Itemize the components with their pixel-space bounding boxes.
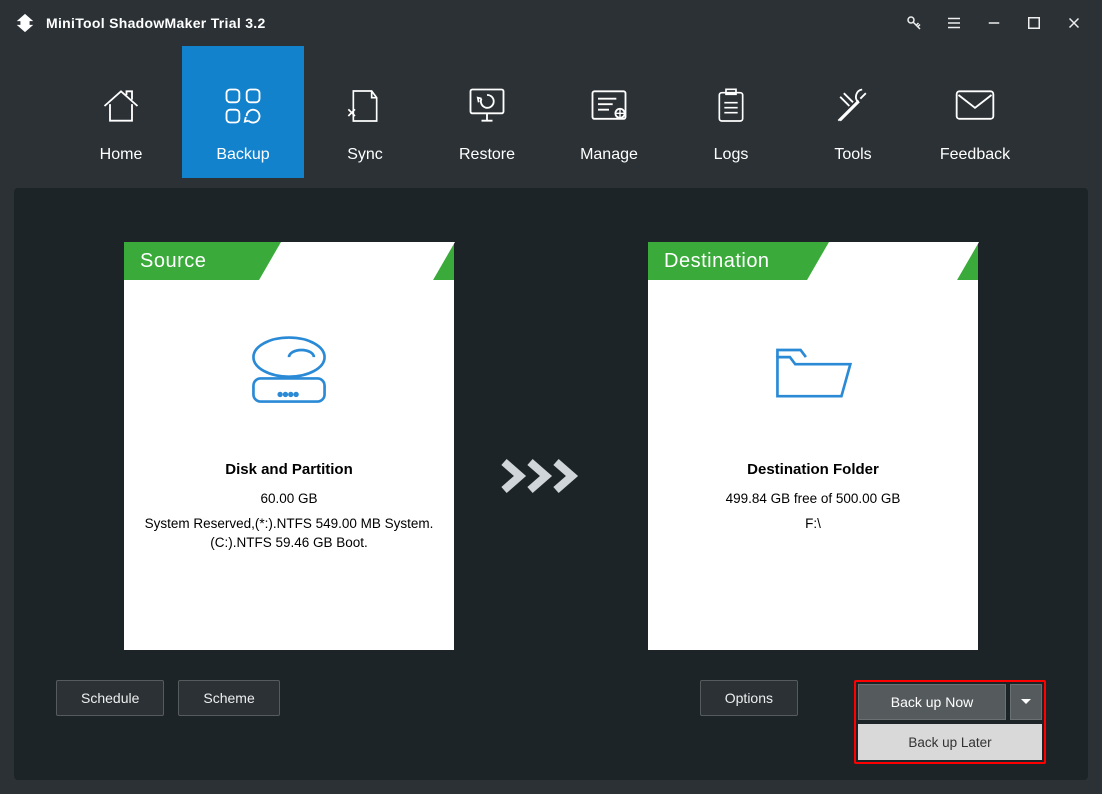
schedule-button[interactable]: Schedule [56,680,164,716]
restore-icon [465,84,509,128]
nav-backup[interactable]: Backup [182,46,304,178]
nav-label: Backup [216,146,269,164]
destination-size: 499.84 GB free of 500.00 GB [726,490,901,509]
backup-later-option[interactable]: Back up Later [858,724,1042,760]
nav-sync[interactable]: Sync [304,46,426,178]
source-panel[interactable]: Source Disk and Partition 60.00 GB Syste… [124,242,454,650]
arrow-indicator [512,456,590,496]
source-header-label: Source [140,250,206,273]
home-icon [99,84,143,128]
nav-logs[interactable]: Logs [670,46,792,178]
sync-icon [343,84,387,128]
backup-icon [221,84,265,128]
destination-path: F:\ [805,515,821,534]
scheme-button[interactable]: Scheme [178,680,279,716]
feedback-icon [953,84,997,128]
maximize-button[interactable] [1014,0,1054,46]
disk-icon [244,334,334,461]
nav-restore[interactable]: Restore [426,46,548,178]
backup-split-button-group: Back up Now Back up Later [854,680,1046,764]
app-title: MiniTool ShadowMaker Trial 3.2 [46,15,266,31]
titlebar: MiniTool ShadowMaker Trial 3.2 [0,0,1102,46]
source-details: System Reserved,(*:).NTFS 549.00 MB Syst… [138,515,440,553]
destination-panel[interactable]: Destination Destination Folder 499.84 GB… [648,242,978,650]
destination-header-label: Destination [664,250,770,273]
nav-label: Home [100,146,143,164]
close-button[interactable] [1054,0,1094,46]
nav-feedback[interactable]: Feedback [914,46,1036,178]
source-title: Disk and Partition [225,461,353,478]
footer: Schedule Scheme Options Back up Now Back… [56,680,1046,760]
nav-manage[interactable]: Manage [548,46,670,178]
logs-icon [709,84,753,128]
key-icon[interactable] [894,0,934,46]
nav-home[interactable]: Home [60,46,182,178]
nav-label: Feedback [940,146,1010,164]
nav-tools[interactable]: Tools [792,46,914,178]
backup-dropdown-toggle[interactable] [1010,684,1042,720]
nav-label: Sync [347,146,383,164]
panel-header-source: Source [124,242,454,280]
destination-title: Destination Folder [747,461,879,478]
main-content: Source Disk and Partition 60.00 GB Syste… [14,188,1088,780]
menu-icon[interactable] [934,0,974,46]
nav-label: Logs [714,146,749,164]
tools-icon [831,84,875,128]
source-size: 60.00 GB [260,490,317,509]
main-nav: Home Backup Sync Restore Manage Logs T [0,46,1102,178]
panel-header-destination: Destination [648,242,978,280]
nav-label: Tools [834,146,871,164]
backup-now-button[interactable]: Back up Now [858,684,1006,720]
nav-label: Manage [580,146,638,164]
manage-icon [587,84,631,128]
options-button[interactable]: Options [700,680,798,716]
folder-icon [768,334,858,461]
app-logo-icon [14,12,36,34]
nav-label: Restore [459,146,515,164]
minimize-button[interactable] [974,0,1014,46]
